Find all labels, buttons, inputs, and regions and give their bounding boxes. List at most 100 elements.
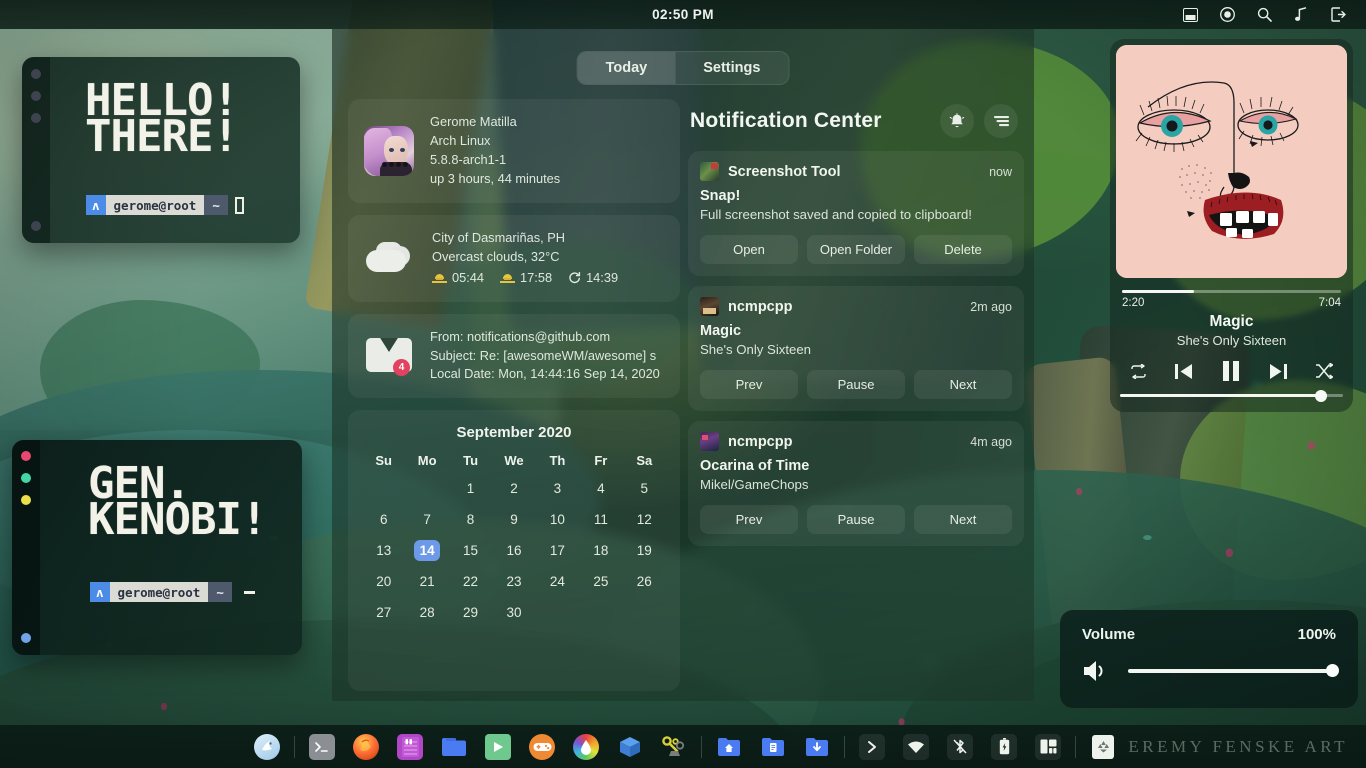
calendar-day[interactable]: 12 [623, 509, 666, 530]
dock-item-video[interactable] [476, 725, 520, 768]
window-dot[interactable] [31, 69, 41, 79]
dock-item-firefox[interactable] [344, 725, 388, 768]
notification-action-next[interactable]: Next [914, 505, 1012, 534]
progress-track[interactable] [1122, 290, 1341, 293]
music-volume-knob[interactable] [1315, 390, 1327, 402]
notification-action-prev[interactable]: Prev [700, 370, 798, 399]
speaker-icon[interactable] [1082, 659, 1110, 683]
calendar-day[interactable]: 3 [536, 478, 579, 499]
calendar-day[interactable]: 30 [492, 602, 535, 623]
logout-icon[interactable] [1330, 7, 1346, 23]
calendar-day[interactable]: 25 [579, 571, 622, 592]
dock-item-home-folder[interactable] [707, 725, 751, 768]
window-dot[interactable] [31, 221, 41, 231]
dock-item-notes[interactable] [388, 725, 432, 768]
dock-item-gimp[interactable] [564, 725, 608, 768]
window-dot[interactable] [31, 91, 41, 101]
clear-all-icon[interactable] [984, 104, 1018, 138]
calendar-day[interactable]: 7 [405, 509, 448, 530]
album-art[interactable] [1116, 45, 1347, 278]
calendar-day[interactable]: 22 [449, 571, 492, 592]
calendar-day[interactable]: 9 [492, 509, 535, 530]
dock-item-shell[interactable] [850, 725, 894, 768]
window-dot[interactable] [21, 633, 31, 643]
music-volume-track[interactable] [1120, 394, 1343, 397]
dock-item-awesomewm[interactable] [245, 725, 289, 768]
window-dot[interactable] [31, 113, 41, 123]
calendar-day[interactable]: 13 [362, 540, 405, 561]
calendar-day[interactable]: 4 [579, 478, 622, 499]
calendar-day[interactable]: 27 [362, 602, 405, 623]
terminal-window-hello[interactable]: HELLO! THERE! ʌ gerome@root ~ [22, 57, 300, 243]
calendar-day[interactable]: 10 [536, 509, 579, 530]
calendar-day[interactable]: 21 [405, 571, 448, 592]
calendar-day[interactable]: 15 [449, 540, 492, 561]
notification-action-open-folder[interactable]: Open Folder [807, 235, 905, 264]
calendar-day[interactable]: 29 [449, 602, 492, 623]
notification-action-delete[interactable]: Delete [914, 235, 1012, 264]
calendar-day[interactable]: 24 [536, 571, 579, 592]
dock-item-wifi[interactable] [894, 725, 938, 768]
next-icon[interactable] [1268, 362, 1288, 381]
terminal-window-kenobi[interactable]: GEN. KENOBI! ʌ gerome@root ~ [12, 440, 302, 655]
notification-action-pause[interactable]: Pause [807, 505, 905, 534]
volume-slider-knob[interactable] [1326, 664, 1339, 677]
calendar-day[interactable]: 17 [536, 540, 579, 561]
volume-slider[interactable] [1128, 669, 1336, 673]
dock-item-games[interactable] [520, 725, 564, 768]
dock-item-terminal[interactable] [300, 725, 344, 768]
dock-item-downloads-folder[interactable] [795, 725, 839, 768]
calendar-day[interactable]: 6 [362, 509, 405, 530]
profile-card[interactable]: Gerome Matilla Arch Linux 5.8.8-arch1-1 … [348, 99, 680, 203]
track-duration: 7:04 [1319, 297, 1341, 309]
tab-settings[interactable]: Settings [675, 52, 788, 84]
music-volume-slider[interactable] [1116, 394, 1347, 397]
calendar-day[interactable]: 23 [492, 571, 535, 592]
shuffle-icon[interactable] [1315, 363, 1333, 379]
search-icon[interactable] [1256, 7, 1272, 23]
window-close-dot[interactable] [21, 451, 31, 461]
pause-icon[interactable] [1221, 360, 1241, 382]
weather-card[interactable]: City of Dasmariñas, PH Overcast clouds, … [348, 215, 680, 302]
screenshot-icon[interactable] [1182, 7, 1198, 23]
trash-icon[interactable] [1092, 735, 1114, 759]
dock-item-files[interactable] [432, 725, 476, 768]
calendar-day[interactable]: 18 [579, 540, 622, 561]
record-icon[interactable] [1219, 7, 1235, 23]
calendar-day[interactable]: 28 [405, 602, 448, 623]
notification-item[interactable]: ncmpcpp 2m ago Magic She's Only Sixteen … [688, 286, 1024, 411]
notification-item[interactable]: ncmpcpp 4m ago Ocarina of Time Mikel/Gam… [688, 421, 1024, 546]
calendar-day[interactable]: 16 [492, 540, 535, 561]
notification-action-open[interactable]: Open [700, 235, 798, 264]
dock-item-layout[interactable] [1026, 725, 1070, 768]
calendar-day[interactable]: 8 [449, 509, 492, 530]
music-note-icon[interactable] [1293, 7, 1309, 23]
dock-item-package[interactable] [608, 725, 652, 768]
calendar-day[interactable]: 20 [362, 571, 405, 592]
repeat-icon[interactable] [1130, 364, 1147, 379]
calendar-day[interactable]: 26 [623, 571, 666, 592]
calendar-day[interactable]: 5 [623, 478, 666, 499]
dock-item-battery[interactable] [982, 725, 1026, 768]
dock-item-bluetooth[interactable] [938, 725, 982, 768]
calendar-day[interactable]: 1 [449, 478, 492, 499]
track-progress[interactable]: 2:20 7:04 [1116, 290, 1347, 309]
notification-action-next[interactable]: Next [914, 370, 1012, 399]
calendar-day-today[interactable]: 14 [405, 540, 448, 561]
notification-action-pause[interactable]: Pause [807, 370, 905, 399]
notification-action-prev[interactable]: Prev [700, 505, 798, 534]
window-minimize-dot[interactable] [21, 495, 31, 505]
bell-icon[interactable] [940, 104, 974, 138]
tab-today[interactable]: Today [578, 52, 676, 84]
battery-icon [991, 734, 1017, 760]
previous-icon[interactable] [1174, 362, 1194, 381]
calendar-widget[interactable]: September 2020 SuMoTuWeThFrSa12345678910… [348, 410, 680, 691]
window-maximize-dot[interactable] [21, 473, 31, 483]
calendar-day[interactable]: 2 [492, 478, 535, 499]
notification-item[interactable]: Screenshot Tool now Snap! Full screensho… [688, 151, 1024, 276]
calendar-day[interactable]: 11 [579, 509, 622, 530]
mail-card[interactable]: 4 From: notifications@github.com Subject… [348, 314, 680, 399]
dock-item-documents-folder[interactable] [751, 725, 795, 768]
calendar-day[interactable]: 19 [623, 540, 666, 561]
dock-item-tools[interactable] [652, 725, 696, 768]
